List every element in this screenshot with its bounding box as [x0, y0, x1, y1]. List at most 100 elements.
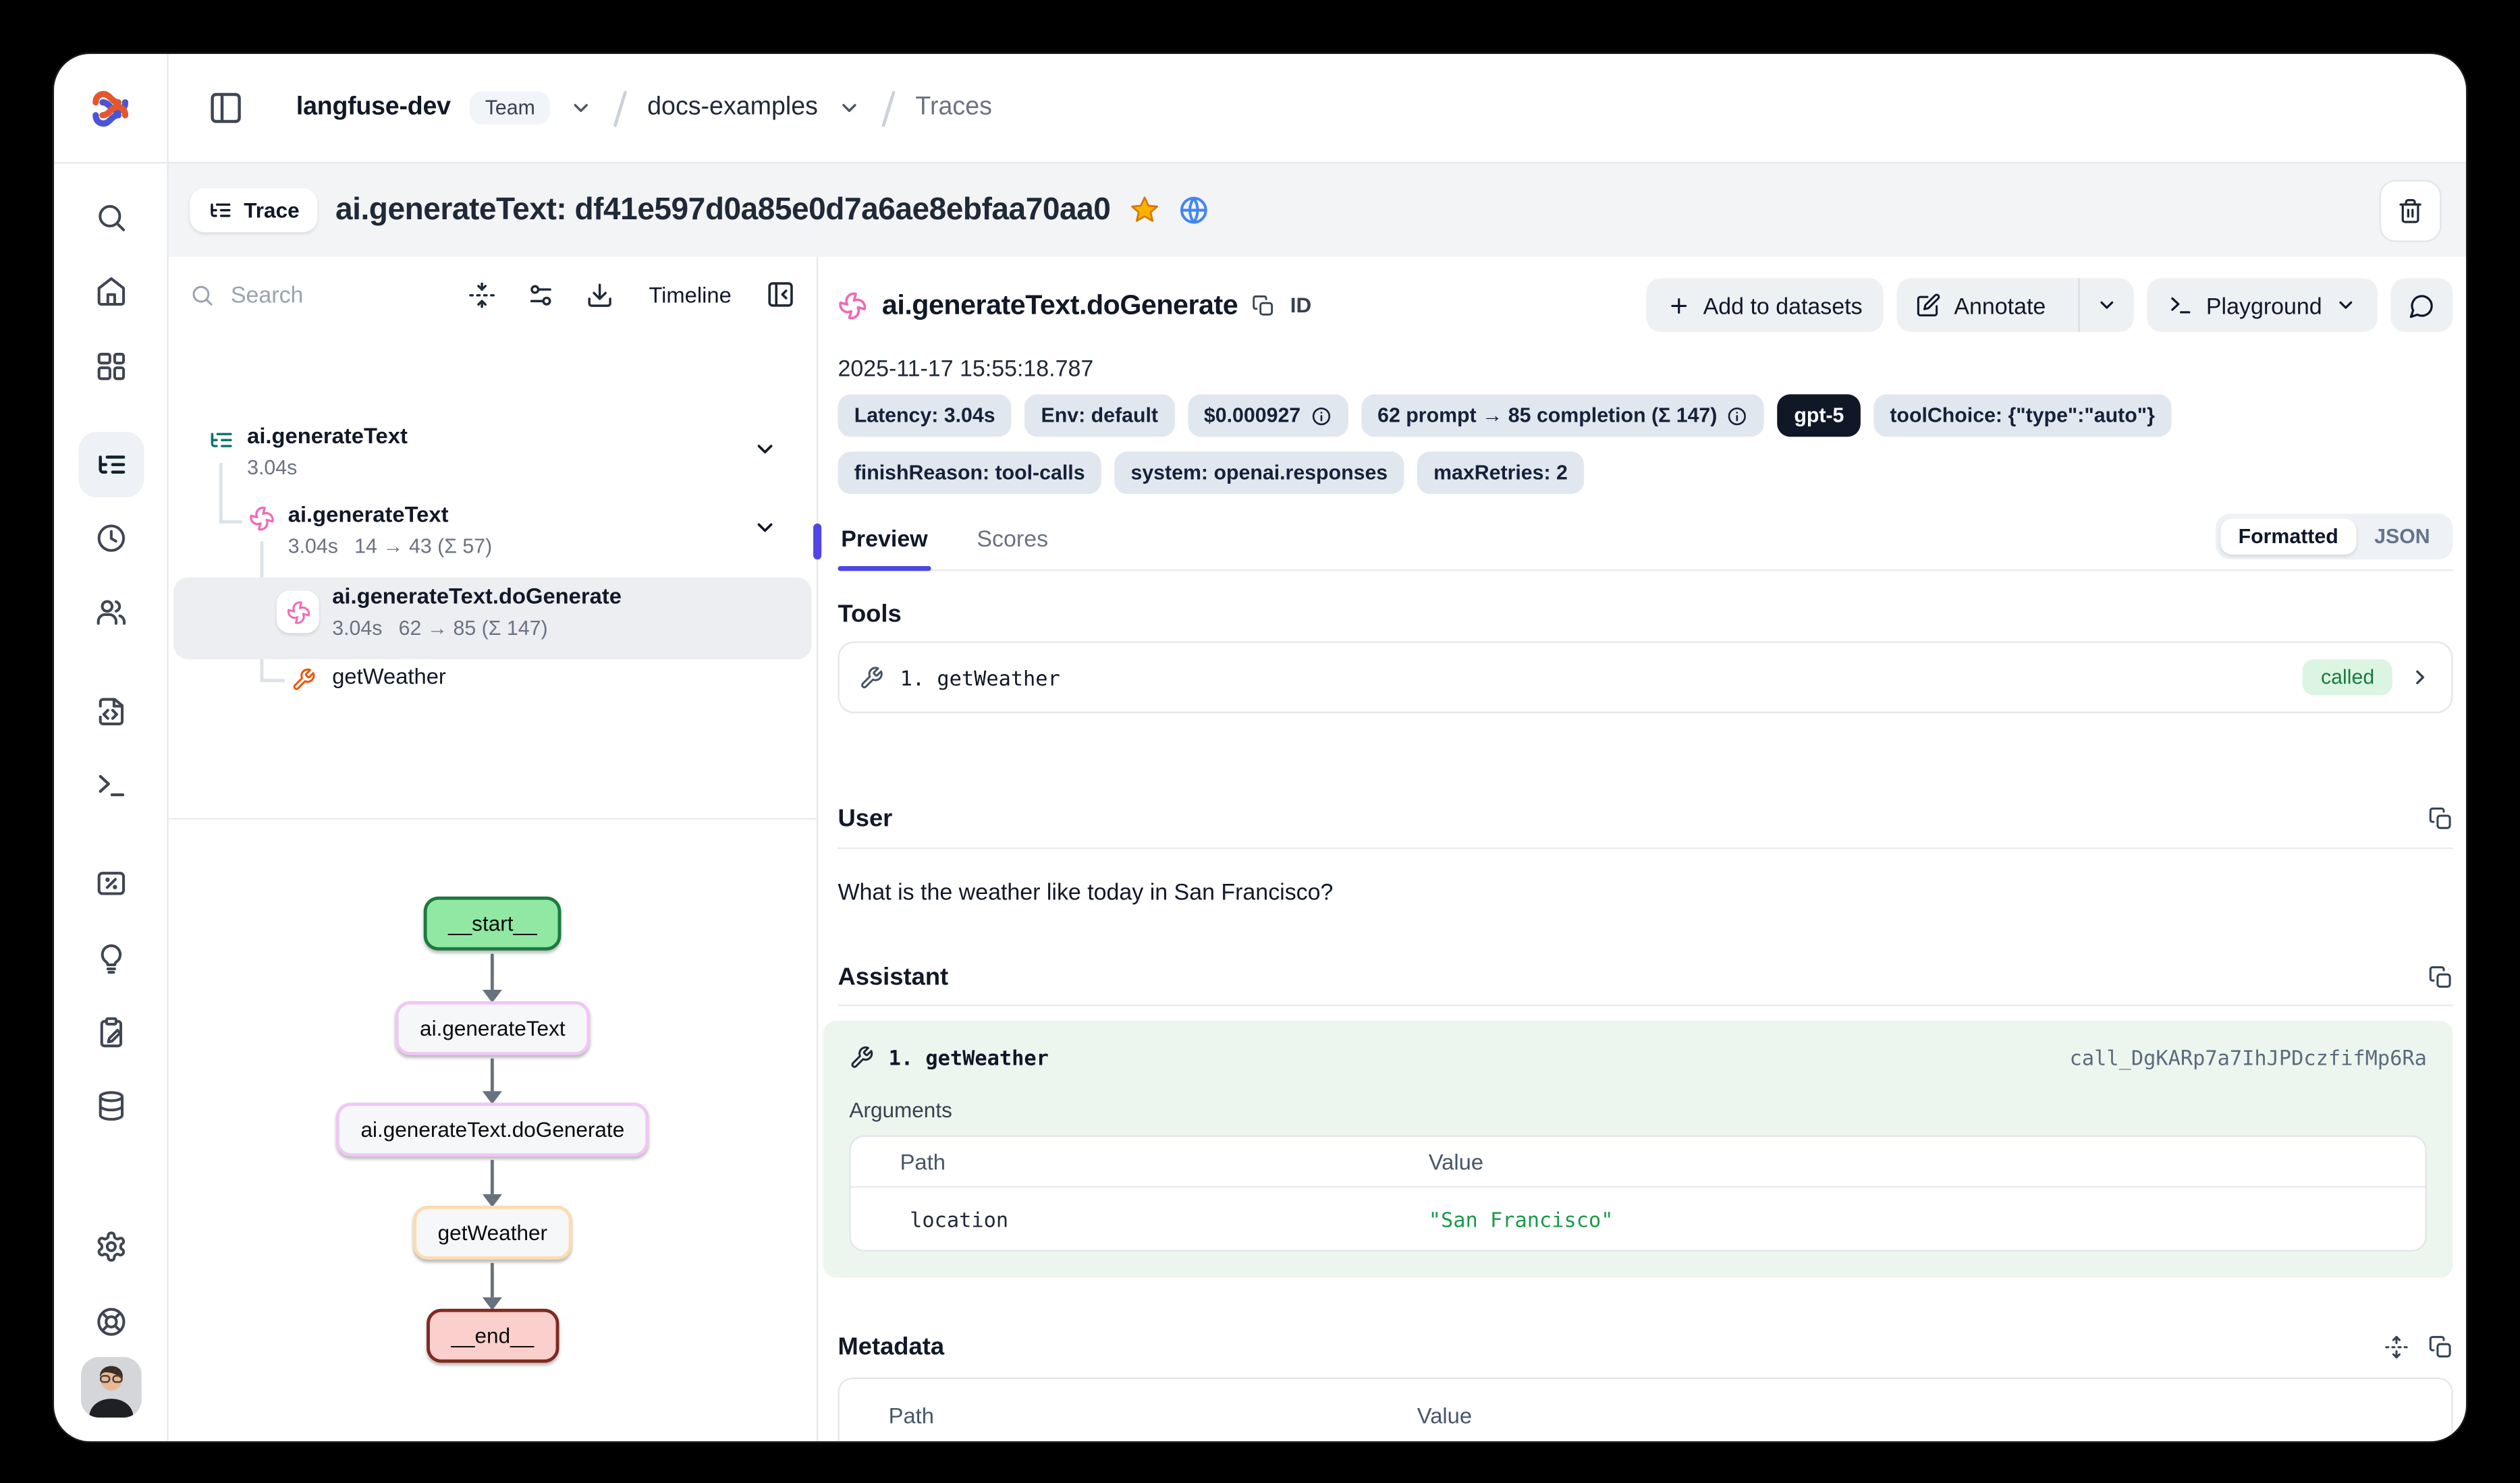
- top-bar: langfuse-dev Team docs-examples Traces: [54, 54, 2466, 162]
- app-window: langfuse-dev Team docs-examples Traces: [54, 54, 2466, 1441]
- search-icon[interactable]: [94, 201, 126, 233]
- model-badge[interactable]: gpt-5: [1778, 394, 1861, 437]
- cost-badge: $0.000927: [1188, 394, 1348, 437]
- breadcrumb-section[interactable]: Traces: [915, 93, 991, 123]
- search-icon: [190, 282, 214, 306]
- wrench-icon: [859, 665, 883, 690]
- tree-root-duration: 3.04s: [247, 456, 297, 479]
- annotate-button[interactable]: Annotate: [1896, 278, 2065, 332]
- span-tree: ai.generateText 3.04s ai.generateText 3.…: [169, 332, 817, 818]
- graph-edge: [491, 954, 495, 990]
- tree-dogen-duration: 3.04s: [332, 617, 382, 640]
- langfuse-logo-icon[interactable]: [88, 86, 132, 130]
- observation-timestamp: 2025-11-17 15:55:18.787: [838, 355, 2453, 381]
- toggle-json[interactable]: JSON: [2356, 519, 2448, 555]
- delete-trace-button[interactable]: [2380, 179, 2442, 242]
- annotate-dropdown-chevron[interactable]: [2079, 278, 2134, 332]
- graph-edge: [491, 1263, 495, 1297]
- graph-node-end[interactable]: __end__: [427, 1309, 558, 1363]
- sidebar-toggle-icon[interactable]: [208, 90, 244, 125]
- tree-row-root-label[interactable]: ai.generateText: [247, 424, 408, 448]
- graph-node-start[interactable]: __start__: [424, 897, 561, 951]
- tree-dogen-tokens: 62 → 85 (Σ 147): [399, 617, 548, 640]
- public-globe-icon[interactable]: [1178, 195, 1209, 226]
- detail-header: ai.generateText.doGenerate ID Add to dat…: [838, 278, 2453, 332]
- tree-settings-icon[interactable]: [528, 281, 555, 308]
- max-retries-badge: maxRetries: 2: [1417, 451, 1584, 494]
- logo-cell: [54, 54, 169, 162]
- observation-title: ai.generateText.doGenerate: [882, 289, 1238, 321]
- graph-node-getweather[interactable]: getWeather: [413, 1206, 572, 1260]
- org-switcher-chevron-icon[interactable]: [570, 96, 593, 119]
- user-heading: User: [838, 805, 892, 833]
- scores-icon[interactable]: [94, 867, 126, 899]
- toggle-formatted[interactable]: Formatted: [2220, 519, 2357, 555]
- tab-preview[interactable]: Preview: [838, 519, 931, 569]
- breadcrumb-project[interactable]: docs-examples: [647, 93, 818, 123]
- metadata-table: Path Value: [838, 1378, 2453, 1442]
- env-badge: Env: default: [1024, 394, 1174, 437]
- tree-row-dogenerate-label[interactable]: ai.generateText.doGenerate: [332, 584, 622, 609]
- badge-row-1: Latency: 3.04s Env: default $0.000927 62…: [838, 394, 2453, 437]
- info-icon[interactable]: [1727, 405, 1749, 426]
- chevron-down-icon[interactable]: [752, 437, 777, 461]
- tree-row-generation-label[interactable]: ai.generateText: [288, 502, 449, 526]
- avatar[interactable]: [80, 1357, 141, 1418]
- annotation-icon[interactable]: [94, 1016, 126, 1048]
- prompts-icon[interactable]: [94, 695, 126, 727]
- panel-resize-handle[interactable]: [813, 524, 821, 559]
- org-plan-badge: Team: [470, 92, 550, 124]
- col-header-value: Value: [1417, 1403, 1472, 1428]
- trace-icon: [208, 427, 234, 453]
- tree-row-tool-label[interactable]: getWeather: [332, 664, 446, 688]
- copy-icon[interactable]: [2428, 966, 2453, 990]
- copy-icon[interactable]: [2428, 806, 2453, 831]
- playground-button[interactable]: Playground: [2147, 278, 2378, 332]
- home-icon[interactable]: [94, 275, 126, 307]
- graph-node-dogenerate[interactable]: ai.generateText.doGenerate: [336, 1102, 649, 1156]
- breadcrumb: langfuse-dev Team docs-examples Traces: [169, 54, 2466, 162]
- tab-scores[interactable]: Scores: [974, 519, 1051, 569]
- users-icon[interactable]: [94, 596, 126, 628]
- download-icon[interactable]: [586, 281, 614, 308]
- col-header-path: Path: [851, 1149, 1429, 1173]
- project-switcher-chevron-icon[interactable]: [838, 96, 860, 119]
- tree-connector: [219, 520, 242, 523]
- tree-toolbar: Timeline: [169, 257, 817, 333]
- trace-type-label: Trace: [244, 198, 299, 222]
- breadcrumb-org[interactable]: langfuse-dev: [296, 93, 451, 123]
- datasets-icon[interactable]: [94, 1090, 126, 1122]
- support-icon[interactable]: [94, 1306, 126, 1338]
- comment-button[interactable]: [2390, 278, 2453, 332]
- tool-definition-row[interactable]: 1. getWeather called: [838, 641, 2453, 713]
- col-header-path: Path: [840, 1403, 1417, 1428]
- timeline-toggle[interactable]: Timeline: [649, 282, 731, 306]
- dashboard-icon[interactable]: [94, 350, 126, 383]
- traces-icon: [94, 448, 126, 480]
- graph-node-generatetext[interactable]: ai.generateText: [395, 1001, 590, 1055]
- settings-icon[interactable]: [94, 1230, 126, 1262]
- chevron-right-icon[interactable]: [2409, 666, 2432, 689]
- tree-search[interactable]: [190, 280, 468, 310]
- user-message: What is the weather like today in San Fr…: [838, 878, 2453, 905]
- search-input[interactable]: [227, 280, 408, 310]
- sidebar-item-traces-active[interactable]: [78, 432, 143, 497]
- add-to-datasets-button[interactable]: Add to datasets: [1646, 278, 1884, 332]
- info-icon[interactable]: [1311, 405, 1332, 426]
- playground-icon[interactable]: [94, 769, 126, 802]
- chevron-down-icon: [2335, 294, 2357, 316]
- id-label: ID: [1290, 293, 1312, 317]
- insights-icon[interactable]: [94, 943, 126, 975]
- copy-icon[interactable]: [1253, 293, 1276, 316]
- copy-icon[interactable]: [2428, 1335, 2453, 1360]
- collapse-all-icon[interactable]: [469, 281, 497, 308]
- expand-icon[interactable]: [2384, 1335, 2409, 1360]
- chevron-down-icon[interactable]: [752, 515, 777, 540]
- screenshot-stage: langfuse-dev Team docs-examples Traces: [0, 0, 2520, 1483]
- collapse-panel-icon[interactable]: [766, 280, 796, 310]
- assistant-tool-call-card: 1. getWeather call_DgKARp7a7IhJPDczfifMp…: [823, 1021, 2453, 1278]
- sessions-icon[interactable]: [94, 522, 126, 554]
- bookmark-star-icon[interactable]: [1128, 195, 1159, 226]
- tools-heading: Tools: [838, 600, 2453, 628]
- trace-title: ai.generateText: df41e597d0a85e0d7a6ae8e…: [335, 192, 1110, 228]
